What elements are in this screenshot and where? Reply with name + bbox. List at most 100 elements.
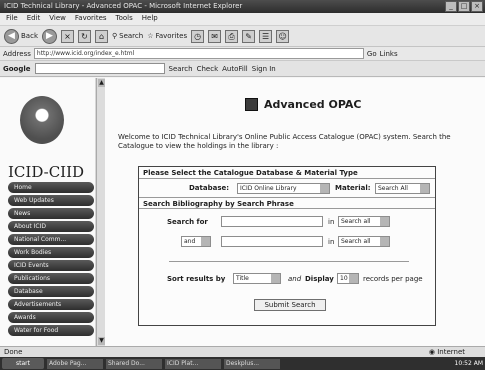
messenger-icon[interactable]: ☺: [276, 29, 290, 43]
nav-news[interactable]: News: [8, 208, 94, 219]
org-name: ICID-CIID: [8, 163, 85, 181]
google-autofill-button[interactable]: AutoFill: [222, 65, 248, 73]
menu-tools[interactable]: Tools: [116, 14, 133, 24]
boolean-operator-select[interactable]: and: [181, 236, 211, 247]
zone-text: Internet: [437, 348, 465, 356]
display-count-select[interactable]: 10: [337, 273, 359, 284]
taskbar-item-3[interactable]: ICID Plat...: [165, 358, 221, 369]
forward-button[interactable]: ▶: [42, 28, 57, 44]
search-term-input-1[interactable]: [221, 216, 323, 227]
search-field-select-2[interactable]: Search all: [338, 236, 390, 247]
address-bar: Address http://www.icid.org/index_e.html…: [0, 47, 485, 61]
display-label: Display: [305, 275, 334, 283]
welcome-text: Welcome to ICID Technical Library's Onli…: [118, 133, 451, 150]
history-icon[interactable]: ◷: [191, 29, 205, 43]
menu-help[interactable]: Help: [142, 14, 158, 24]
database-label: Database:: [189, 184, 230, 192]
google-check-button[interactable]: Check: [197, 65, 219, 73]
search-label: Search: [119, 32, 144, 40]
menu-favorites[interactable]: Favorites: [75, 14, 107, 24]
nav-work-bodies[interactable]: Work Bodies: [8, 247, 94, 258]
nav-web-updates[interactable]: Web Updates: [8, 195, 94, 206]
minimize-button[interactable]: _: [445, 1, 457, 12]
standard-toolbar: ◀ Back ▶ × ↻ ⌂ ⚲ Search ☆ Favorites ◷ ✉ …: [0, 25, 485, 47]
submit-search-button[interactable]: Submit Search: [254, 299, 326, 311]
google-search-button[interactable]: Search: [169, 65, 193, 73]
sort-select[interactable]: Title: [233, 273, 281, 284]
sort-label: Sort results by: [167, 275, 226, 283]
edit-icon[interactable]: ✎: [242, 29, 256, 43]
material-select[interactable]: Search All: [375, 183, 430, 194]
discuss-icon[interactable]: ☰: [259, 29, 273, 43]
page-heading: Advanced OPAC: [245, 98, 362, 111]
menu-view[interactable]: View: [49, 14, 66, 24]
nav-about-icid[interactable]: About ICID: [8, 221, 94, 232]
section-search-title: Search Bibliography by Search Phrase: [139, 197, 435, 209]
sidebar-scrollbar[interactable]: ▲ ▼: [96, 78, 105, 346]
taskbar-item-2[interactable]: Shared Do...: [106, 358, 162, 369]
system-clock: 10:52 AM: [454, 360, 483, 367]
window-title: ICID Technical Library - Advanced OPAC -…: [4, 2, 243, 10]
taskbar-item-1[interactable]: Adobe Pag...: [47, 358, 103, 369]
google-signin-button[interactable]: Sign In: [252, 65, 276, 73]
address-input[interactable]: http://www.icid.org/index_e.html: [33, 48, 364, 59]
search-term-input-2[interactable]: [221, 236, 323, 247]
database-select[interactable]: ICID Online Library: [237, 183, 330, 194]
scroll-up-icon[interactable]: ▲: [98, 79, 105, 87]
search-button[interactable]: ⚲ Search: [112, 32, 143, 40]
page-viewport: ICID-CIID Home Web Updates News About IC…: [0, 78, 485, 346]
main-content: Advanced OPAC Welcome to ICID Technical …: [110, 78, 475, 346]
in-label-2: in: [328, 238, 335, 246]
taskbar-item-4[interactable]: Deskplus...: [224, 358, 280, 369]
back-arrow-icon: ◀: [4, 28, 19, 44]
google-search-input[interactable]: [34, 63, 165, 74]
address-label: Address: [3, 49, 31, 58]
status-text: Done: [4, 348, 23, 356]
nav-awards[interactable]: Awards: [8, 312, 94, 323]
book-icon: [245, 98, 258, 111]
nav-database[interactable]: Database: [8, 286, 94, 297]
search-field-select-1[interactable]: Search all: [338, 216, 390, 227]
in-label-1: in: [328, 218, 335, 226]
favorites-button[interactable]: ☆ Favorites: [147, 32, 187, 40]
search-icon: ⚲: [112, 32, 118, 40]
nav-water-for-food[interactable]: Water for Food: [8, 325, 94, 336]
nav-national-committees[interactable]: National Comm...: [8, 234, 94, 245]
heading-text: Advanced OPAC: [264, 98, 362, 111]
search-for-label: Search for: [167, 218, 208, 226]
status-bar: Done ◉ Internet: [0, 346, 485, 357]
home-icon[interactable]: ⌂: [95, 29, 108, 43]
windows-taskbar: start Adobe Pag... Shared Do... ICID Pla…: [0, 357, 485, 370]
left-sidebar: ICID-CIID Home Web Updates News About IC…: [0, 78, 96, 346]
maximize-button[interactable]: □: [458, 1, 470, 12]
print-icon[interactable]: ⎙: [225, 29, 239, 43]
scroll-down-icon[interactable]: ▼: [98, 337, 105, 345]
nav-advertisements[interactable]: Advertisements: [8, 299, 94, 310]
nav-icid-events[interactable]: ICID Events: [8, 260, 94, 271]
google-logo: Google: [3, 64, 31, 73]
opac-search-form: Please Select the Catalogue Database & M…: [138, 166, 436, 326]
icid-logo: [20, 96, 64, 144]
and-label: and: [288, 275, 302, 283]
go-button[interactable]: Go: [367, 50, 377, 58]
links-label[interactable]: Links: [380, 50, 398, 58]
favorites-label: Favorites: [155, 32, 188, 40]
section-database-title: Please Select the Catalogue Database & M…: [139, 167, 435, 179]
close-button[interactable]: ×: [471, 1, 483, 12]
globe-icon: ◉: [428, 348, 435, 356]
nav-publications[interactable]: Publications: [8, 273, 94, 284]
back-button[interactable]: ◀ Back: [4, 28, 38, 44]
back-label: Back: [21, 32, 38, 40]
menu-bar: File Edit View Favorites Tools Help: [0, 13, 485, 25]
star-icon: ☆: [147, 32, 154, 40]
stop-icon[interactable]: ×: [61, 29, 74, 43]
menu-edit[interactable]: Edit: [27, 14, 41, 24]
google-toolbar: Google Search Check AutoFill Sign In: [0, 61, 485, 77]
nav-home[interactable]: Home: [8, 182, 94, 193]
material-label: Material:: [335, 184, 371, 192]
start-button[interactable]: start: [2, 358, 44, 369]
refresh-icon[interactable]: ↻: [78, 29, 91, 43]
zone-indicator: ◉ Internet: [429, 348, 465, 356]
menu-file[interactable]: File: [6, 14, 18, 24]
mail-icon[interactable]: ✉: [208, 29, 222, 43]
